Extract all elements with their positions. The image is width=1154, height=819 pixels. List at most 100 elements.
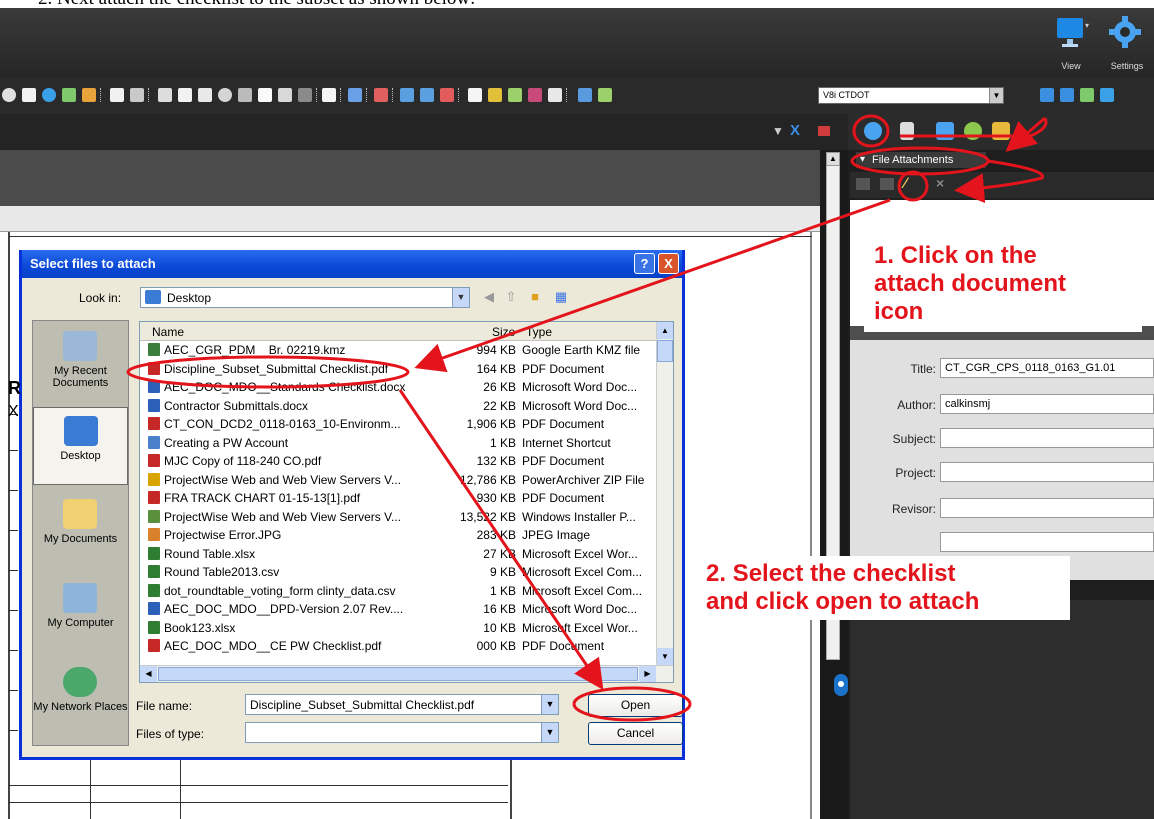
markup-tool-icon[interactable] xyxy=(198,88,212,102)
markup-tool-icon[interactable] xyxy=(322,88,336,102)
file-row[interactable]: Book123.xlsx 10 KB Microsoft Excel Wor... xyxy=(140,620,658,636)
project-field[interactable] xyxy=(940,462,1154,482)
markup-tool-icon[interactable] xyxy=(1060,88,1074,102)
markup-tool-icon[interactable] xyxy=(374,88,388,102)
cancel-button[interactable]: Cancel xyxy=(588,722,683,745)
scrollbar-thumb[interactable] xyxy=(158,667,638,681)
title-field[interactable]: CT_CGR_CPS_0118_0163_G1.01 xyxy=(940,358,1154,378)
place-my-recent-documents[interactable]: My Recent Documents xyxy=(33,323,128,401)
place-desktop[interactable]: Desktop xyxy=(33,407,128,485)
markup-tool-icon[interactable] xyxy=(62,88,76,102)
revisor-field[interactable] xyxy=(940,498,1154,518)
markup-tool-icon[interactable] xyxy=(238,88,252,102)
place-my-network-places[interactable]: My Network Places xyxy=(33,659,128,737)
markup-tool-icon[interactable] xyxy=(528,88,542,102)
markup-tool-icon[interactable] xyxy=(348,88,362,102)
markup-tool-icon[interactable] xyxy=(298,88,312,102)
file-row[interactable]: AEC_DOC_MDO__CE PW Checklist.pdf 000 KB PD… xyxy=(140,638,658,654)
markup-tool-icon[interactable] xyxy=(258,88,272,102)
markup-tool-icon[interactable] xyxy=(1040,88,1054,102)
author-field[interactable]: calkinsmj xyxy=(940,394,1154,414)
files-of-type-select[interactable]: ▼ xyxy=(245,722,559,743)
file-row[interactable]: MJC Copy of 118-240 CO.pdf 132 KB PDF Docu… xyxy=(140,453,658,469)
file-row[interactable]: ProjectWise Web and Web View Servers V..… xyxy=(140,509,658,525)
file-row[interactable]: AEC_DOC_MDO__Standards Checklist.docx 26 … xyxy=(140,379,658,395)
scroll-right-icon[interactable]: ▶ xyxy=(639,666,656,682)
close-icon[interactable]: X xyxy=(790,122,800,139)
markup-tool-icon[interactable] xyxy=(2,88,16,102)
new-folder-icon[interactable]: ■ xyxy=(526,288,544,306)
markup-tool-icon[interactable] xyxy=(488,88,502,102)
markup-tool-icon[interactable] xyxy=(440,88,454,102)
delete-icon[interactable]: × xyxy=(936,175,944,191)
file-row[interactable]: Discipline_Subset_Submittal Checklist.pd… xyxy=(140,361,658,377)
pointer-tab-icon[interactable] xyxy=(936,122,954,140)
markup-tool-icon[interactable] xyxy=(420,88,434,102)
file-row[interactable]: AEC_DOC_MDO__DPD-Version 2.07 Rev.... 16 … xyxy=(140,601,658,617)
binoculars-tab-icon[interactable] xyxy=(964,122,982,140)
markup-tool-icon[interactable] xyxy=(218,88,232,102)
scroll-up-icon[interactable]: ▲ xyxy=(657,322,673,339)
scroll-down-icon[interactable]: ▼ xyxy=(657,648,673,665)
pen-tab-icon[interactable] xyxy=(900,122,914,140)
file-row[interactable]: ProjectWise Web and Web View Servers V..… xyxy=(140,472,658,488)
help-button[interactable]: ? xyxy=(634,253,655,274)
view-button[interactable]: ▾ View xyxy=(1046,14,1096,74)
scrollbar-thumb[interactable] xyxy=(657,340,673,362)
chevron-down-icon[interactable]: ▼ xyxy=(772,124,784,138)
close-button[interactable]: X xyxy=(658,253,679,274)
markup-tool-icon[interactable] xyxy=(508,88,522,102)
markup-tool-icon[interactable] xyxy=(22,88,36,102)
markup-tool-icon[interactable] xyxy=(158,88,172,102)
file-list-horizontal-scrollbar[interactable]: ◀ ▶ xyxy=(140,665,673,682)
column-name[interactable]: Name xyxy=(152,325,184,339)
scroll-up-icon[interactable]: ▲ xyxy=(826,152,840,166)
file-row[interactable]: FRA TRACK CHART 01-15-13[1].pdf 930 KB PDF… xyxy=(140,490,658,506)
up-folder-icon[interactable]: ⇧ xyxy=(502,288,520,306)
markup-tool-icon[interactable] xyxy=(468,88,482,102)
markup-tool-icon[interactable] xyxy=(82,88,96,102)
open-folder-icon[interactable] xyxy=(856,178,870,190)
markup-tool-icon[interactable] xyxy=(110,88,124,102)
markup-tool-icon[interactable] xyxy=(178,88,192,102)
place-my-computer[interactable]: My Computer xyxy=(33,575,128,653)
file-name-field[interactable]: Discipline_Subset_Submittal Checklist.pd… xyxy=(245,694,559,715)
column-size[interactable]: Size xyxy=(492,325,515,339)
pin-icon[interactable] xyxy=(818,126,830,136)
back-icon[interactable]: ◀ xyxy=(480,288,498,306)
markup-tool-icon[interactable] xyxy=(400,88,414,102)
settings-button[interactable]: Settings xyxy=(1102,14,1152,74)
look-in-select[interactable]: Desktop ▼ xyxy=(140,287,470,308)
markup-tool-icon[interactable] xyxy=(578,88,592,102)
stamp-tab-icon[interactable] xyxy=(992,122,1010,140)
file-row[interactable]: Round Table.xlsx 27 KB Microsoft Excel Wor… xyxy=(140,546,658,562)
place-my-documents[interactable]: My Documents xyxy=(33,491,128,569)
paperclip-icon[interactable]: ∕ xyxy=(904,175,920,193)
markup-tool-icon[interactable] xyxy=(1080,88,1094,102)
file-row[interactable]: AEC_CGR_PDM__Br. 02219.kmz 994 KB Google E… xyxy=(140,342,658,358)
markup-tool-icon[interactable] xyxy=(42,88,56,102)
extra-field[interactable] xyxy=(940,532,1154,552)
file-row[interactable]: Creating a PW Account 1 KB Internet Shortc… xyxy=(140,435,658,451)
file-row[interactable]: CT_CON_DCD2_0118-0163_10-Environm... 1,90… xyxy=(140,416,658,432)
font-select[interactable]: V8i CTDOT ▼ xyxy=(818,87,1004,104)
view-menu-icon[interactable]: ▦ xyxy=(552,288,570,306)
file-row[interactable]: Contractor Submittals.docx 22 KB Microsoft… xyxy=(140,398,658,414)
file-row[interactable]: Projectwise Error.JPG 283 KB JPEG Image xyxy=(140,527,658,543)
settings-tab-icon[interactable] xyxy=(864,122,882,140)
open-button[interactable]: Open xyxy=(588,694,683,717)
markup-tool-icon[interactable] xyxy=(130,88,144,102)
markup-tool-icon[interactable] xyxy=(278,88,292,102)
file-attachments-header[interactable]: File Attachments xyxy=(856,152,986,168)
save-icon[interactable] xyxy=(880,178,894,190)
file-row[interactable]: dot_roundtable_voting_form clinty_data.c… xyxy=(140,583,658,599)
file-row[interactable]: Round Table2013.csv 9 KB Microsoft Excel C… xyxy=(140,564,658,580)
scroll-left-icon[interactable]: ◀ xyxy=(140,666,157,682)
panel-resize-handle[interactable] xyxy=(834,674,848,696)
file-list-vertical-scrollbar[interactable]: ▲ ▼ xyxy=(656,322,673,665)
markup-tool-icon[interactable] xyxy=(548,88,562,102)
subject-field[interactable] xyxy=(940,428,1154,448)
markup-tool-icon[interactable] xyxy=(1100,88,1114,102)
markup-tool-icon[interactable] xyxy=(598,88,612,102)
column-type[interactable]: Type xyxy=(526,325,552,339)
